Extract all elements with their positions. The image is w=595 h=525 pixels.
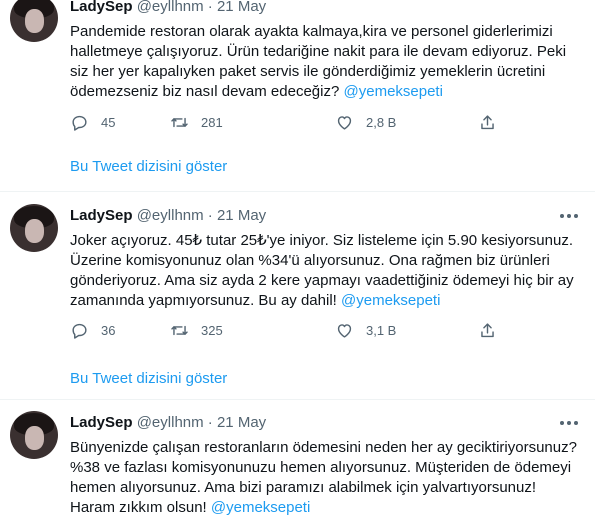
reply-count: 36 (101, 322, 116, 338)
retweet-button[interactable]: 325 (170, 319, 223, 341)
like-button[interactable]: 2,8 B (335, 111, 396, 133)
tweet-date[interactable]: 21 May (217, 207, 266, 224)
tweet-date[interactable]: 21 May (217, 414, 266, 431)
like-count: 2,8 B (366, 114, 397, 130)
avatar[interactable] (10, 0, 58, 42)
tweet-header: LadySep @eyllhnm · 21 May (70, 0, 266, 15)
tweet-text-line: Haram zıkkım olsun! @yemeksepeti (70, 498, 585, 518)
tweet-actions: 45 281 2,8 B (70, 111, 500, 133)
tweet-header: LadySep @eyllhnm · 21 May (70, 207, 266, 224)
tweet-divider (0, 399, 595, 400)
reply-button[interactable]: 45 (70, 111, 115, 133)
tweet-actions: 36 325 3,1 B (70, 319, 500, 341)
tweet-text-line: hemen alıyorsunuz. Ama bizi paramızı ala… (70, 479, 537, 496)
more-options-button[interactable] (560, 417, 580, 429)
separator-dot: · (207, 0, 213, 15)
retweet-icon (171, 325, 188, 335)
tweet-text-line: gönderiyoruz. Ama siz ayda 2 kere yapmay… (70, 272, 574, 289)
mention-link[interactable]: @yemeksepeti (341, 292, 440, 309)
tweet-text-segment: ödemezseniz biz nasıl devam edeceğiz? (70, 83, 340, 100)
avatar[interactable] (10, 204, 58, 252)
reply-button[interactable]: 36 (70, 319, 115, 341)
tweet-text-line: siz her yer kapalıyken paket servis ile … (70, 63, 546, 80)
tweet-text-line: halletmeye çalışıyoruz. Ürün tedariğine … (70, 43, 567, 60)
avatar[interactable] (10, 411, 58, 459)
like-count: 3,1 B (366, 322, 397, 338)
heart-icon (337, 323, 352, 338)
tweet-text-segment: Haram zıkkım olsun! (70, 499, 207, 516)
reply-count: 45 (101, 114, 116, 130)
tweet-text: Bünyenizde çalışan restoranların ödemesi… (70, 438, 585, 518)
author-handle[interactable]: @eyllhnm (137, 0, 204, 15)
mention-link[interactable]: @yemeksepeti (344, 83, 443, 100)
like-button[interactable]: 3,1 B (335, 319, 396, 341)
author-handle[interactable]: @eyllhnm (137, 207, 204, 224)
tweet-text-line: Bünyenizde çalışan restoranların ödemesi… (70, 439, 577, 456)
tweet-text: Joker açıyoruz. 45₺ tutar 25₺'ye iniyor.… (70, 231, 585, 311)
separator-dot: · (207, 414, 213, 431)
reply-icon (72, 115, 87, 131)
tweet-divider (0, 191, 595, 192)
more-options-button[interactable] (560, 210, 580, 222)
share-button[interactable] (478, 319, 497, 341)
tweet-text-line: Pandemide restoran olarak ayakta kalmaya… (70, 23, 553, 40)
author-name[interactable]: LadySep (70, 414, 133, 431)
mention-link[interactable]: @yemeksepeti (211, 499, 310, 516)
tweet-text-line: ödemezseniz biz nasıl devam edeceğiz? @y… (70, 82, 585, 102)
heart-icon (337, 115, 352, 130)
retweet-icon (171, 117, 188, 127)
author-name[interactable]: LadySep (70, 0, 133, 15)
tweet-header: LadySep @eyllhnm · 21 May (70, 414, 266, 431)
tweet-text-line: %38 ve fazlası komisyonunuzu hemen alıyo… (70, 459, 572, 476)
retweet-count: 325 (201, 322, 223, 338)
reply-icon (72, 323, 87, 339)
author-handle[interactable]: @eyllhnm (137, 414, 204, 431)
tweet-text-line: Joker açıyoruz. 45₺ tutar 25₺'ye iniyor.… (70, 232, 574, 249)
tweet-date[interactable]: 21 May (217, 0, 266, 15)
tweet-text-line: Üzerine komisyonunuz olan %34'ü alıyorsu… (70, 252, 550, 269)
share-icon (481, 114, 494, 129)
retweet-button[interactable]: 281 (170, 111, 223, 133)
tweet-text-segment: zamanında yapmıyorsunuz. Bu ay dahil! (70, 292, 337, 309)
show-thread-link[interactable]: Bu Tweet dizisini göster (70, 370, 227, 387)
author-name[interactable]: LadySep (70, 207, 133, 224)
tweet-text: Pandemide restoran olarak ayakta kalmaya… (70, 22, 585, 102)
separator-dot: · (207, 207, 213, 224)
share-button[interactable] (478, 111, 497, 133)
share-icon (481, 322, 494, 337)
show-thread-link[interactable]: Bu Tweet dizisini göster (70, 158, 227, 175)
tweet-text-line: zamanında yapmıyorsunuz. Bu ay dahil! @y… (70, 291, 585, 311)
retweet-count: 281 (201, 114, 223, 130)
